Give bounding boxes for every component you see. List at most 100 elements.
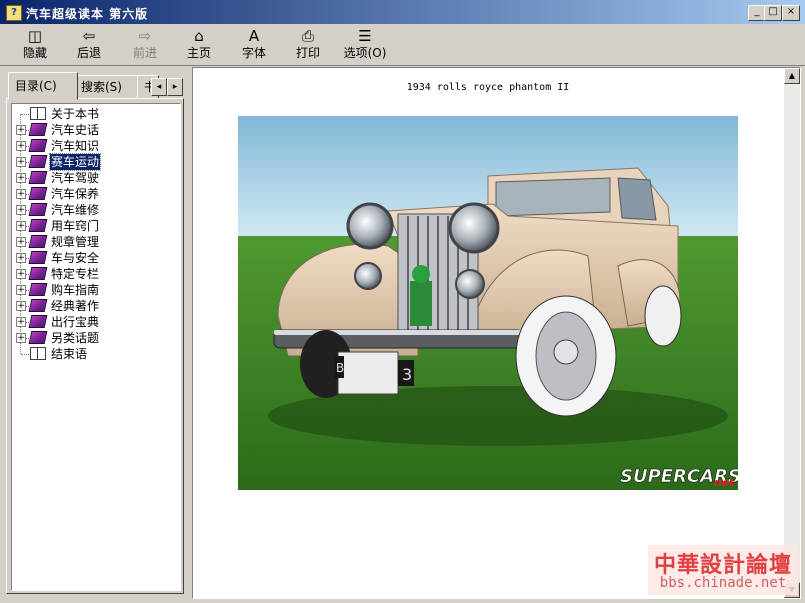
hide-button[interactable]: ◫ 隐藏 xyxy=(10,27,60,63)
closed-book-icon xyxy=(28,219,48,232)
tree-item[interactable]: + 赛车运动 xyxy=(12,153,172,171)
options-button[interactable]: ☰ 选项(O) xyxy=(338,27,392,63)
tree-item[interactable]: + 汽车保养 xyxy=(12,186,172,202)
expand-icon[interactable]: + xyxy=(16,317,26,327)
print-icon: ⎙ xyxy=(301,27,314,45)
font-button[interactable]: A 字体 xyxy=(229,27,279,63)
tree-item-label: 另类话题 xyxy=(51,331,100,345)
tree-item-label: 汽车知识 xyxy=(51,139,100,153)
tree-item[interactable]: + 出行宝典 xyxy=(12,314,172,330)
vertical-scrollbar[interactable]: ▲ ▼ xyxy=(784,68,800,598)
scroll-up-icon[interactable]: ▲ xyxy=(784,68,800,84)
closed-book-icon xyxy=(28,299,48,312)
nav-tabs: 目录(C) 搜索(S) 书 ◂ ▸ xyxy=(6,72,186,100)
expand-icon[interactable]: + xyxy=(16,253,26,263)
back-button[interactable]: ⇦ 后退 xyxy=(64,27,114,63)
closed-book-icon xyxy=(28,139,48,152)
font-icon: A xyxy=(248,27,260,45)
expand-icon[interactable]: + xyxy=(16,189,26,199)
tree-item[interactable]: + 特定专栏 xyxy=(12,266,172,282)
tree-item[interactable]: + 购车指南 xyxy=(12,282,172,298)
tree-item-label: 规章管理 xyxy=(51,235,100,249)
print-button[interactable]: ⎙ 打印 xyxy=(283,27,333,63)
forward-arrow-icon: ⇨ xyxy=(138,27,152,45)
closed-book-icon xyxy=(28,331,48,344)
tree-item-label: 赛车运动 xyxy=(48,153,102,171)
supercars-logo-suffix: net xyxy=(714,476,735,489)
closed-book-icon xyxy=(28,171,48,184)
contents-tree[interactable]: 关于本书 + 汽车史话 + 汽车知识 + 赛车运动 + 汽车驾驶 + 汽车保养 + 汽车维修 + 用车窍门 +… xyxy=(11,103,181,591)
title-bar[interactable]: ? 汽车超级读本 第六版 _ □ × xyxy=(0,0,805,24)
tree-item[interactable]: + 汽车史话 xyxy=(12,122,172,138)
tree-item[interactable]: 关于本书 xyxy=(12,106,172,122)
plate-right: 3 xyxy=(402,365,412,384)
tab-scroll-right-icon[interactable]: ▸ xyxy=(167,78,183,96)
tree-branch-line xyxy=(21,354,29,355)
home-icon: ⌂ xyxy=(194,27,204,45)
expand-icon[interactable]: + xyxy=(16,285,26,295)
closed-book-icon xyxy=(28,251,48,264)
home-button[interactable]: ⌂ 主页 xyxy=(174,27,224,63)
tab-search[interactable]: 搜索(S) xyxy=(74,75,140,99)
options-icon: ☰ xyxy=(358,27,372,45)
image-caption: 1934 rolls royce phantom II xyxy=(406,82,570,93)
closed-book-icon xyxy=(28,203,48,216)
site-watermark: 中華設計論壇 bbs.chinade.net xyxy=(648,545,798,595)
tree-item-label: 汽车驾驶 xyxy=(51,171,100,185)
tree-item[interactable]: + 用车窍门 xyxy=(12,218,172,234)
tab-contents[interactable]: 目录(C) xyxy=(8,72,78,100)
tree-item[interactable]: + 规章管理 xyxy=(12,234,172,250)
help-file-icon: ? xyxy=(6,5,22,21)
tree-item-label: 车与安全 xyxy=(51,251,100,265)
tree-item-label: 汽车保养 xyxy=(51,187,100,201)
expand-icon[interactable]: + xyxy=(16,125,26,135)
toolbar: ◫ 隐藏 ⇦ 后退 ⇨ 前进 ⌂ 主页 A 字体 ⎙ 打印 ☰ 选项(O) xyxy=(0,25,805,66)
tab-scroll-left-icon[interactable]: ◂ xyxy=(151,78,167,96)
expand-icon[interactable]: + xyxy=(16,269,26,279)
close-button[interactable]: × xyxy=(782,5,800,21)
maximize-button[interactable]: □ xyxy=(764,5,782,21)
expand-icon[interactable]: + xyxy=(16,221,26,231)
back-arrow-icon: ⇦ xyxy=(82,27,96,45)
tree-item-label: 用车窍门 xyxy=(51,219,100,233)
expand-icon[interactable]: + xyxy=(16,141,26,151)
tree-item[interactable]: + 汽车驾驶 xyxy=(12,170,172,186)
help-viewer-window: ? 汽车超级读本 第六版 _ □ × ◫ 隐藏 ⇦ 后退 ⇨ 前进 ⌂ 主页 A… xyxy=(0,0,805,603)
tree-item[interactable]: + 汽车知识 xyxy=(12,138,172,154)
expand-icon[interactable]: + xyxy=(16,333,26,343)
expand-icon[interactable]: + xyxy=(16,237,26,247)
closed-book-icon xyxy=(28,267,48,280)
tree-item[interactable]: + 经典著作 xyxy=(12,298,172,314)
expand-icon[interactable]: + xyxy=(16,157,26,167)
tree-item-label: 特定专栏 xyxy=(51,267,100,281)
watermark-url: bbs.chinade.net xyxy=(659,575,787,591)
topic-page-icon xyxy=(30,347,46,360)
topic-page-icon xyxy=(30,107,46,120)
tree-item-label: 结束语 xyxy=(51,347,88,361)
tree-item-label: 购车指南 xyxy=(51,283,100,297)
tree-item-label: 经典著作 xyxy=(51,299,100,313)
hide-icon: ◫ xyxy=(27,27,43,45)
forward-button[interactable]: ⇨ 前进 xyxy=(120,27,170,63)
tree-item-label: 汽车维修 xyxy=(51,203,100,217)
plate-left: B xyxy=(336,361,344,375)
topic-content: 1934 rolls royce phantom II B 3 SUPERCAR… xyxy=(192,67,801,599)
car-photo: B 3 SUPERCARS net xyxy=(238,116,738,490)
tree-branch-line xyxy=(21,114,29,115)
expand-icon[interactable]: + xyxy=(16,301,26,311)
closed-book-icon xyxy=(28,283,48,296)
tree-item[interactable]: 结束语 xyxy=(12,346,172,362)
closed-book-icon xyxy=(28,123,48,136)
closed-book-icon xyxy=(28,187,48,200)
expand-icon[interactable]: + xyxy=(16,173,26,183)
tree-item[interactable]: + 汽车维修 xyxy=(12,202,172,218)
tree-item-label: 汽车史话 xyxy=(51,123,100,137)
window-title: 汽车超级读本 第六版 xyxy=(26,7,149,21)
tree-item[interactable]: + 另类话题 xyxy=(12,330,172,346)
expand-icon[interactable]: + xyxy=(16,205,26,215)
closed-book-icon xyxy=(28,235,48,248)
closed-book-icon xyxy=(28,155,48,168)
navigation-pane: 目录(C) 搜索(S) 书 ◂ ▸ 关于本书 + 汽车史话 + 汽车知识 + 赛车运动 + 汽车… xyxy=(6,72,186,597)
contents-panel: 关于本书 + 汽车史话 + 汽车知识 + 赛车运动 + 汽车驾驶 + 汽车保养 + 汽车维修 + 用车窍门 +… xyxy=(6,98,184,594)
tree-item[interactable]: + 车与安全 xyxy=(12,250,172,266)
